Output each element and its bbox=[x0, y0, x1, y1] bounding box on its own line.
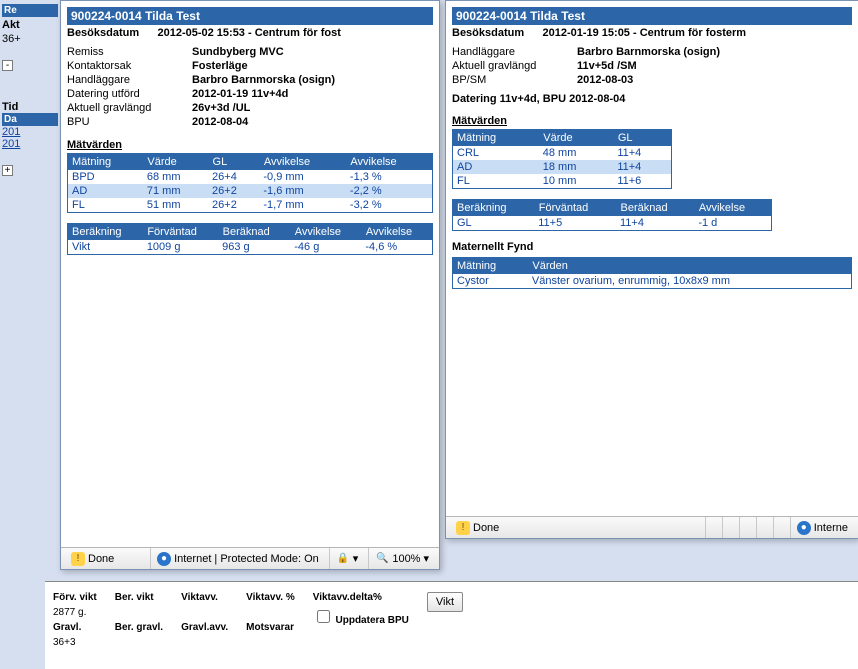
column-header: Förväntad bbox=[143, 224, 218, 241]
column-header: Värde bbox=[143, 154, 208, 171]
left-details: RemissSundbyberg MVC KontaktorsakFosterl… bbox=[67, 45, 335, 129]
bg-date-link-1[interactable]: 201 bbox=[2, 138, 58, 150]
tree-expand-icon[interactable]: + bbox=[2, 165, 13, 176]
right-window: 900224-0014 Tilda Test Besöksdatum 2012-… bbox=[445, 0, 858, 539]
column-header: Avvikelse bbox=[259, 154, 346, 171]
left-window: 900224-0014 Tilda Test Besöksdatum 2012-… bbox=[60, 0, 440, 570]
right-matv-label: Mätvärden bbox=[452, 115, 852, 127]
column-header: Förväntad bbox=[534, 200, 616, 217]
table-row[interactable]: FL51 mm26+2-1,7 mm-3,2 % bbox=[68, 198, 433, 213]
right-subhead: Besöksdatum 2012-01-19 15:05 - Centrum f… bbox=[452, 25, 852, 45]
warning-icon: ! bbox=[456, 521, 470, 535]
column-header: Beräknad bbox=[616, 200, 694, 217]
bg-date-link-0[interactable]: 201 bbox=[2, 126, 58, 138]
column-header: GL bbox=[613, 130, 671, 147]
right-calc-table: BeräkningFörväntadBeräknadAvvikelse GL11… bbox=[452, 199, 772, 231]
table-row[interactable]: AD71 mm26+2-1,6 mm-2,2 % bbox=[68, 184, 433, 198]
column-header: Avvikelse bbox=[290, 224, 361, 241]
globe-icon: ● bbox=[157, 552, 171, 566]
bg-re-header: Re bbox=[2, 4, 58, 17]
column-header: Mätning bbox=[453, 130, 539, 147]
uppdatera-bpu-checkbox[interactable] bbox=[317, 610, 330, 623]
left-subhead: Besöksdatum 2012-05-02 15:53 - Centrum f… bbox=[67, 25, 433, 45]
left-matv-label: Mätvärden bbox=[67, 139, 433, 151]
table-row[interactable]: AD18 mm11+4 bbox=[453, 160, 672, 174]
left-calc-table: BeräkningFörväntadBeräknadAvvikelseAvvik… bbox=[67, 223, 433, 255]
table-row[interactable]: CRL48 mm11+4 bbox=[453, 146, 672, 160]
tree-collapse-icon[interactable]: - bbox=[2, 60, 13, 71]
chevron-down-icon[interactable]: ▾ bbox=[353, 552, 359, 565]
right-title: 900224-0014 Tilda Test bbox=[452, 7, 852, 25]
vikt-button[interactable]: Vikt bbox=[427, 592, 463, 612]
table-row[interactable]: CystorVänster ovarium, enrummig, 10x8x9 … bbox=[453, 274, 852, 289]
right-matv-table: MätningVärdeGL CRL48 mm11+4AD18 mm11+4FL… bbox=[452, 129, 672, 189]
bottom-form: Förv. vikt Ber. vikt Viktavv. Viktavv. %… bbox=[45, 581, 858, 669]
column-header: Avvikelse bbox=[346, 154, 433, 171]
column-header: Värden bbox=[528, 258, 852, 275]
column-header: Beräknad bbox=[218, 224, 290, 241]
right-matfynd-label: Maternellt Fynd bbox=[452, 241, 852, 253]
zoom-icon: 🔍 bbox=[375, 552, 389, 566]
bg-dat-header: Da bbox=[2, 113, 58, 126]
column-header: Mätning bbox=[453, 258, 528, 275]
lock-icon: 🔒 bbox=[336, 552, 350, 566]
right-details: HandläggareBarbro Barnmorska (osign) Akt… bbox=[452, 45, 720, 87]
column-header: Värde bbox=[539, 130, 614, 147]
column-header: Avvikelse bbox=[694, 200, 771, 217]
right-statusbar: ! Done ● Interne bbox=[446, 516, 858, 538]
column-header: Beräkning bbox=[453, 200, 535, 217]
table-row[interactable]: Vikt1009 g963 g-46 g-4,6 % bbox=[68, 240, 433, 255]
globe-icon: ● bbox=[797, 521, 811, 535]
table-row[interactable]: FL10 mm11+6 bbox=[453, 174, 672, 189]
column-header: Beräkning bbox=[68, 224, 143, 241]
warning-icon: ! bbox=[71, 552, 85, 566]
left-statusbar: ! Done ● Internet | Protected Mode: On 🔒… bbox=[61, 547, 439, 569]
table-row[interactable]: GL11+511+4-1 d bbox=[453, 216, 772, 231]
column-header: Mätning bbox=[68, 154, 143, 171]
right-matfynd-table: MätningVärden CystorVänster ovarium, enr… bbox=[452, 257, 852, 289]
background-panel: Re Akt 36+ - Tid Da 201 201 + bbox=[0, 0, 60, 180]
chevron-down-icon[interactable]: ▾ bbox=[423, 552, 429, 565]
column-header: Avvikelse bbox=[361, 224, 432, 241]
left-matv-table: MätningVärdeGLAvvikelseAvvikelse BPD68 m… bbox=[67, 153, 433, 213]
column-header: GL bbox=[208, 154, 259, 171]
table-row[interactable]: BPD68 mm26+4-0,9 mm-1,3 % bbox=[68, 170, 433, 184]
right-datering-line: Datering 11v+4d, BPU 2012-08-04 bbox=[452, 93, 852, 105]
left-title: 900224-0014 Tilda Test bbox=[67, 7, 433, 25]
